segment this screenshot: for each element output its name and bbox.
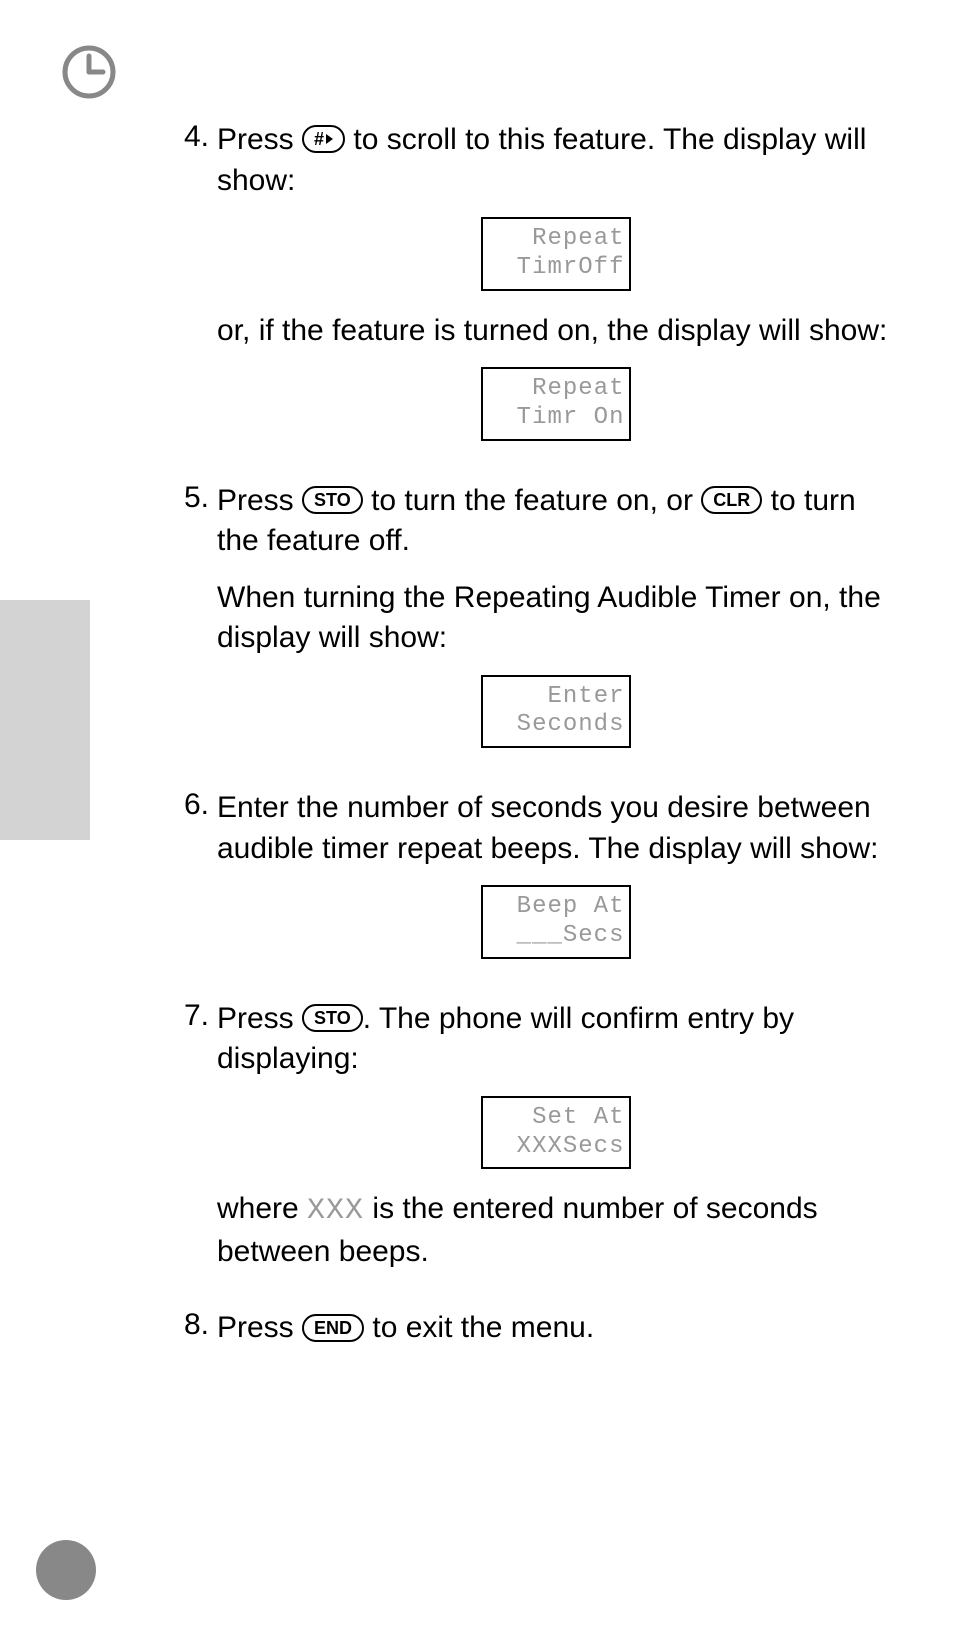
side-tab <box>0 600 90 840</box>
text: where <box>217 1192 307 1225</box>
lcd-line: ___Secs <box>487 922 625 951</box>
lcd-display: Beep At ___Secs <box>481 885 631 959</box>
manual-content: 4. Press # to scroll to this feature. Th… <box>175 120 894 1385</box>
step-body: Press STO. The phone will confirm entry … <box>217 999 894 1289</box>
key-sto: STO <box>302 1004 363 1032</box>
key-clr: CLR <box>701 486 762 514</box>
step-text: Enter the number of seconds you desire b… <box>217 788 894 869</box>
lcd-line: Beep At <box>487 893 625 922</box>
step-body: Enter the number of seconds you desire b… <box>217 788 894 979</box>
step-body: Press # to scroll to this feature. The d… <box>217 120 894 461</box>
step-body: Press END to exit the menu. <box>217 1308 894 1365</box>
lcd-line: Timr On <box>487 404 625 433</box>
text: to exit the menu. <box>372 1311 594 1344</box>
text: Press <box>217 484 302 517</box>
text: Press <box>217 123 302 156</box>
key-end: END <box>302 1314 364 1342</box>
lcd-line: Repeat <box>487 225 625 254</box>
step-text: Press # to scroll to this feature. The d… <box>217 120 894 201</box>
step-text: Press END to exit the menu. <box>217 1308 894 1349</box>
text: to turn the feature on, or <box>371 484 701 517</box>
lcd-display: Enter Seconds <box>481 675 631 749</box>
lcd-line: Set At <box>487 1104 625 1133</box>
lcd-display: Set At XXXSecs <box>481 1096 631 1170</box>
step-number: 7. <box>175 999 217 1289</box>
page-dot <box>36 1540 96 1600</box>
step-text: Press STO to turn the feature on, or CLR… <box>217 481 894 562</box>
step-text: When turning the Repeating Audible Timer… <box>217 578 894 659</box>
step-body: Press STO to turn the feature on, or CLR… <box>217 481 894 769</box>
step-text: where XXX is the entered number of secon… <box>217 1189 894 1272</box>
lcd-line: TimrOff <box>487 254 625 283</box>
key-hash: # <box>302 125 345 153</box>
step-6: 6. Enter the number of seconds you desir… <box>175 788 894 979</box>
step-number: 5. <box>175 481 217 769</box>
step-5: 5. Press STO to turn the feature on, or … <box>175 481 894 769</box>
text: Press <box>217 1002 302 1035</box>
step-8: 8. Press END to exit the menu. <box>175 1308 894 1365</box>
clock-icon <box>61 44 117 108</box>
step-text: Press STO. The phone will confirm entry … <box>217 999 894 1080</box>
lcd-line: Enter <box>487 683 625 712</box>
mono-text: XXX <box>307 1194 364 1228</box>
step-number: 6. <box>175 788 217 979</box>
lcd-line: XXXSecs <box>487 1133 625 1162</box>
lcd-display: Repeat Timr On <box>481 367 631 441</box>
key-label: # <box>314 130 324 148</box>
step-number: 4. <box>175 120 217 461</box>
lcd-display: Repeat TimrOff <box>481 217 631 291</box>
step-4: 4. Press # to scroll to this feature. Th… <box>175 120 894 461</box>
arrow-right-icon <box>326 134 333 144</box>
lcd-line: Seconds <box>487 711 625 740</box>
text: Press <box>217 1311 302 1344</box>
key-sto: STO <box>302 486 363 514</box>
step-7: 7. Press STO. The phone will confirm ent… <box>175 999 894 1289</box>
step-number: 8. <box>175 1308 217 1365</box>
step-text: or, if the feature is turned on, the dis… <box>217 311 894 352</box>
lcd-line: Repeat <box>487 375 625 404</box>
